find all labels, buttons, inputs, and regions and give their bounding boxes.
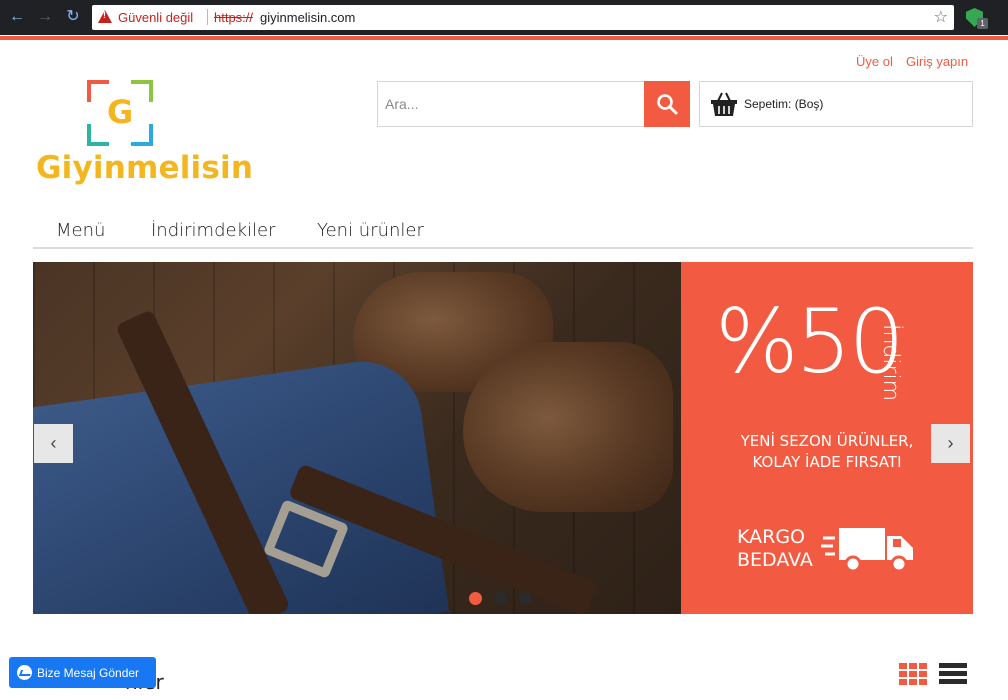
search-icon — [657, 94, 678, 115]
extension-badge: 1 — [977, 18, 988, 29]
star-icon[interactable]: ☆ — [934, 7, 948, 27]
url-host[interactable]: giyinmelisin.com — [260, 10, 355, 25]
url-scheme[interactable]: https:// — [214, 10, 253, 25]
main-menu: Menü İndirimdekiler Yeni ürünler — [33, 212, 973, 249]
accent-bar — [0, 36, 1008, 40]
cargo-label: BEDAVA — [737, 549, 813, 571]
warning-mark: ! — [103, 10, 106, 20]
menu-item-new-products[interactable]: Yeni ürünler — [317, 220, 424, 241]
slider-dot[interactable] — [494, 592, 507, 605]
slider-next-button[interactable]: › — [931, 424, 970, 463]
signup-link[interactable]: Üye ol — [856, 54, 893, 69]
basket-icon — [711, 92, 737, 116]
search-bar — [377, 81, 690, 127]
slide-photo — [33, 262, 681, 614]
slider-dot[interactable] — [469, 592, 482, 605]
back-icon[interactable]: ← — [8, 8, 26, 26]
hero-slider[interactable]: %50 İndirim YENİ SEZON ÜRÜNLER, KOLAY İA… — [33, 262, 973, 614]
logo-letter: G — [107, 93, 134, 131]
promo-panel: %50 İndirim YENİ SEZON ÜRÜNLER, KOLAY İA… — [681, 262, 973, 614]
promo-line: YENİ SEZON ÜRÜNLER, — [740, 432, 914, 450]
cargo-label: KARGO — [737, 526, 806, 548]
cart-button[interactable]: Sepetim: (Boş) — [699, 81, 973, 127]
login-link[interactable]: Giriş yapın — [906, 54, 968, 69]
address-separator — [207, 9, 208, 25]
slider-dot[interactable] — [519, 592, 532, 605]
slider-prev-button[interactable]: ‹ — [34, 424, 73, 463]
forward-icon[interactable]: → — [36, 8, 54, 26]
security-label[interactable]: Güvenli değil — [118, 10, 193, 25]
boot-shape — [463, 342, 673, 512]
search-button[interactable] — [644, 81, 690, 127]
logo-text[interactable]: Giyinmelisin — [36, 150, 253, 186]
browser-toolbar: ← → ↻ ! Güvenli değil https:// giyinmeli… — [0, 0, 1008, 35]
cart-label: Sepetim: (Boş) — [744, 97, 824, 111]
messenger-label: Bize Mesaj Gönder — [37, 666, 140, 680]
menu-item-menu[interactable]: Menü — [56, 220, 105, 241]
truck-icon — [821, 528, 913, 573]
address-bar[interactable]: ! Güvenli değil https:// giyinmelisin.co… — [92, 5, 954, 30]
menu-item-discounts[interactable]: İndirimdekiler — [151, 220, 275, 241]
promo-line: KOLAY İADE FIRSATI — [752, 453, 902, 471]
search-input[interactable] — [378, 82, 643, 126]
promo-vertical-label: İndirim — [878, 324, 903, 402]
list-view-icon[interactable] — [939, 663, 967, 685]
messenger-button[interactable]: Bize Mesaj Gönder — [9, 657, 156, 688]
promo-discount: %50 — [715, 290, 905, 393]
reload-icon[interactable]: ↻ — [64, 8, 82, 26]
grid-view-icon[interactable] — [899, 663, 927, 685]
messenger-icon — [17, 665, 32, 680]
logo-mark[interactable]: G — [87, 80, 153, 146]
